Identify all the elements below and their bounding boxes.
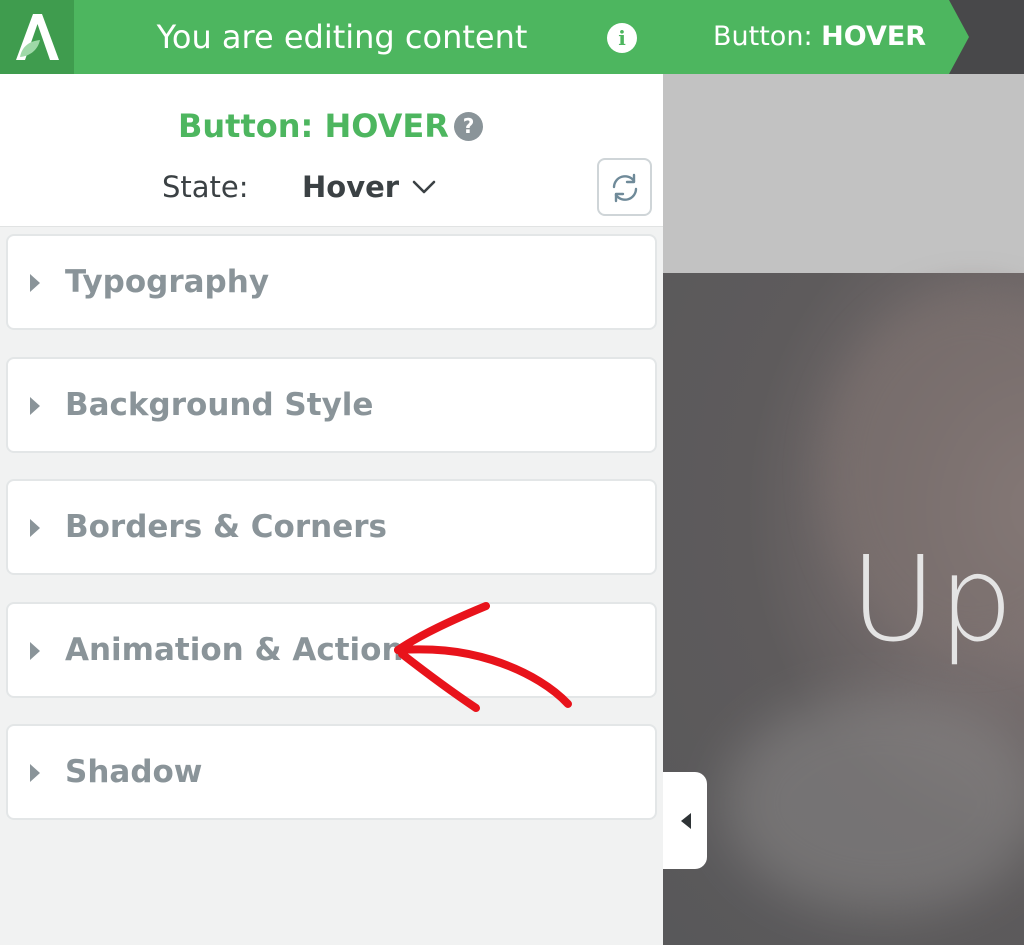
logo-icon <box>16 14 59 60</box>
caret-right-icon <box>30 764 40 782</box>
breadcrumb-prefix: Button: <box>713 21 822 52</box>
breadcrumb-state: HOVER <box>821 21 927 52</box>
section-label: Shadow <box>65 754 203 790</box>
panel-header: Button: HOVER ? State: Hover <box>0 74 663 227</box>
caret-right-icon <box>30 274 40 292</box>
section-animation-action[interactable]: Animation & Action <box>6 602 657 698</box>
settings-panel: Button: HOVER ? State: Hover Typography … <box>0 74 663 945</box>
preview-hero-text: Ups <box>850 530 1024 668</box>
state-label: State: <box>162 170 249 204</box>
caret-right-icon <box>30 519 40 537</box>
section-shadow[interactable]: Shadow <box>6 724 657 820</box>
app-logo[interactable] <box>0 0 74 74</box>
section-borders-corners[interactable]: Borders & Corners <box>6 479 657 575</box>
section-label: Animation & Action <box>65 632 404 668</box>
collapse-panel-toggle[interactable] <box>663 772 707 869</box>
section-label: Typography <box>65 264 270 300</box>
editing-title: You are editing content <box>156 18 528 56</box>
reset-state-button[interactable] <box>597 158 652 216</box>
state-dropdown[interactable]: Hover <box>302 169 436 205</box>
section-background-style[interactable]: Background Style <box>6 357 657 453</box>
caret-left-icon <box>681 813 691 829</box>
preview-header-area <box>663 74 1024 273</box>
section-typography[interactable]: Typography <box>6 234 657 330</box>
chevron-down-icon <box>412 180 436 194</box>
caret-right-icon <box>30 397 40 415</box>
state-value: Hover <box>302 170 400 204</box>
section-label: Background Style <box>65 387 374 423</box>
element-title: Button: HOVER <box>178 107 449 145</box>
section-label: Borders & Corners <box>65 509 387 545</box>
caret-right-icon <box>30 642 40 660</box>
page-preview[interactable]: Ups <box>663 74 1024 945</box>
top-bar: You are editing content i Button: HOVER <box>0 0 1024 74</box>
refresh-icon <box>612 173 638 203</box>
help-icon[interactable]: ? <box>454 112 483 141</box>
info-icon[interactable]: i <box>607 23 637 53</box>
breadcrumb[interactable]: Button: HOVER <box>663 0 969 74</box>
